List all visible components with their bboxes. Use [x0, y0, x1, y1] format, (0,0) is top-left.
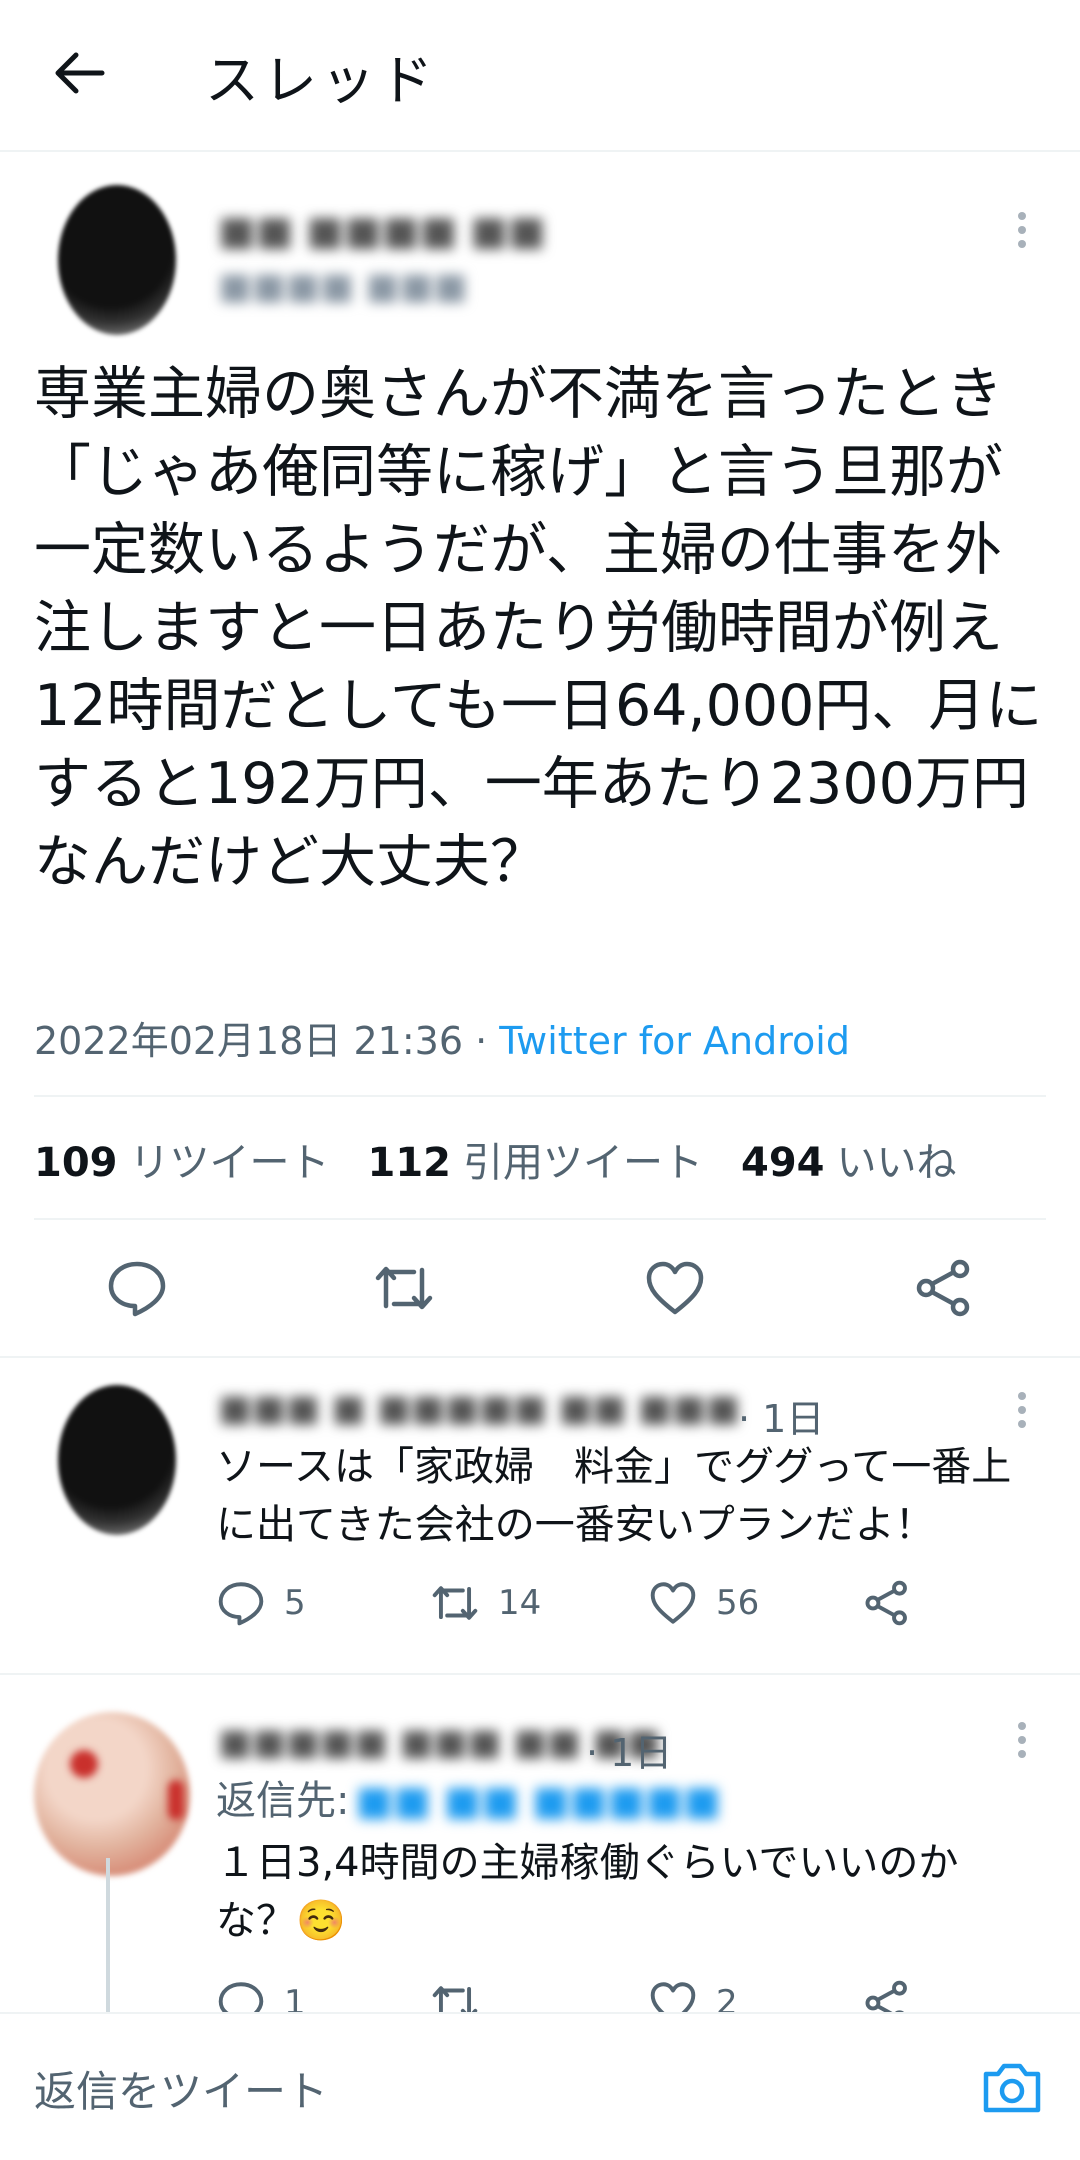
reply-count: 5: [284, 1583, 306, 1623]
reply-author-blurred[interactable]: ■■■ ■ ■■■■■ ■■ ■■■: [218, 1388, 740, 1429]
tweet-stats: 109 リツイート 112 引用ツイート 494 いいね: [34, 1130, 957, 1188]
avatar-detail: [70, 1750, 98, 1778]
retweet-icon[interactable]: [372, 1256, 436, 1320]
retweet-count: 14: [498, 1583, 542, 1623]
compose-bar: 返信をツイート: [0, 2012, 1080, 2160]
more-icon[interactable]: [1012, 212, 1032, 248]
like-label: いいね: [836, 1140, 957, 1186]
like-stat[interactable]: 494 いいね: [741, 1130, 957, 1188]
share-icon[interactable]: [912, 1256, 976, 1320]
quote-stat[interactable]: 112 引用ツイート: [368, 1130, 704, 1188]
reply-text: １日3,4時間の主婦稼働ぐらいでいいのかな？☺️: [216, 1840, 959, 1944]
like-count: 494: [741, 1140, 825, 1186]
reply-time: · 1日: [738, 1397, 825, 1441]
reply-time: · 1日: [586, 1731, 673, 1775]
avatar-detail: [168, 1780, 184, 1820]
top-bar: スレッド: [0, 0, 1080, 152]
retweet-label: リツイート: [129, 1140, 330, 1186]
reply-icon[interactable]: [105, 1256, 169, 1320]
reply-avatar[interactable]: [34, 1712, 190, 1876]
author-handle-blurred[interactable]: ■■■■ ■■■: [218, 266, 468, 307]
reply-to-label: 返信先:: [216, 1778, 350, 1824]
reply-input[interactable]: 返信をツイート: [34, 2058, 328, 2119]
like-icon[interactable]: [643, 1256, 707, 1320]
like-button[interactable]: 56: [648, 1578, 759, 1628]
quote-label: 引用ツイート: [463, 1140, 703, 1186]
quote-count: 112: [367, 1140, 452, 1186]
reply-to-handle-blurred[interactable]: ■■ ■■ ■■■■■: [355, 1772, 721, 1830]
divider: [34, 1218, 1046, 1220]
thread-line: [106, 1858, 110, 2012]
tweet-text: 専業主婦の奥さんが不満を言ったとき「じゃあ俺同等に稼げ」と言う旦那が一定数いるよ…: [34, 361, 1043, 895]
tweet-timestamp: 2022年02月18日 21:36 ·: [34, 1019, 500, 1063]
tweet-meta: 2022年02月18日 21:36 · Twitter for Android: [34, 1010, 850, 1065]
back-arrow-icon: [55, 52, 105, 94]
reply-icon: [218, 1582, 264, 1626]
reply-button[interactable]: 5: [216, 1578, 306, 1628]
like-count: 56: [716, 1583, 760, 1623]
more-icon[interactable]: [1012, 1722, 1032, 1758]
reply-avatar[interactable]: [58, 1385, 176, 1535]
reply-to-line: 返信先: ■■ ■■ ■■■■■: [216, 1772, 721, 1830]
reply-text: ソースは「家政婦 料金」でググって一番上に出てきた会社の一番安いプランだよ！: [216, 1444, 1012, 1548]
retweet-button[interactable]: 14: [430, 1578, 541, 1628]
share-button[interactable]: [862, 1578, 912, 1628]
author-avatar[interactable]: [58, 185, 176, 335]
divider: [0, 1356, 1080, 1358]
retweet-count: 109: [34, 1140, 118, 1186]
retweet-icon: [432, 1586, 478, 1620]
like-icon: [650, 1582, 696, 1624]
author-name-blurred[interactable]: ■■ ■■■■ ■■: [218, 208, 546, 254]
page-title: スレッド: [205, 49, 437, 112]
camera-icon[interactable]: [980, 2056, 1044, 2120]
retweet-stat[interactable]: 109 リツイート: [34, 1130, 330, 1188]
divider: [34, 1095, 1046, 1097]
more-icon[interactable]: [1012, 1392, 1032, 1428]
back-button[interactable]: [40, 38, 120, 108]
tweet-source-link[interactable]: Twitter for Android: [499, 1019, 850, 1063]
share-icon: [865, 1580, 907, 1626]
divider: [0, 1673, 1080, 1675]
